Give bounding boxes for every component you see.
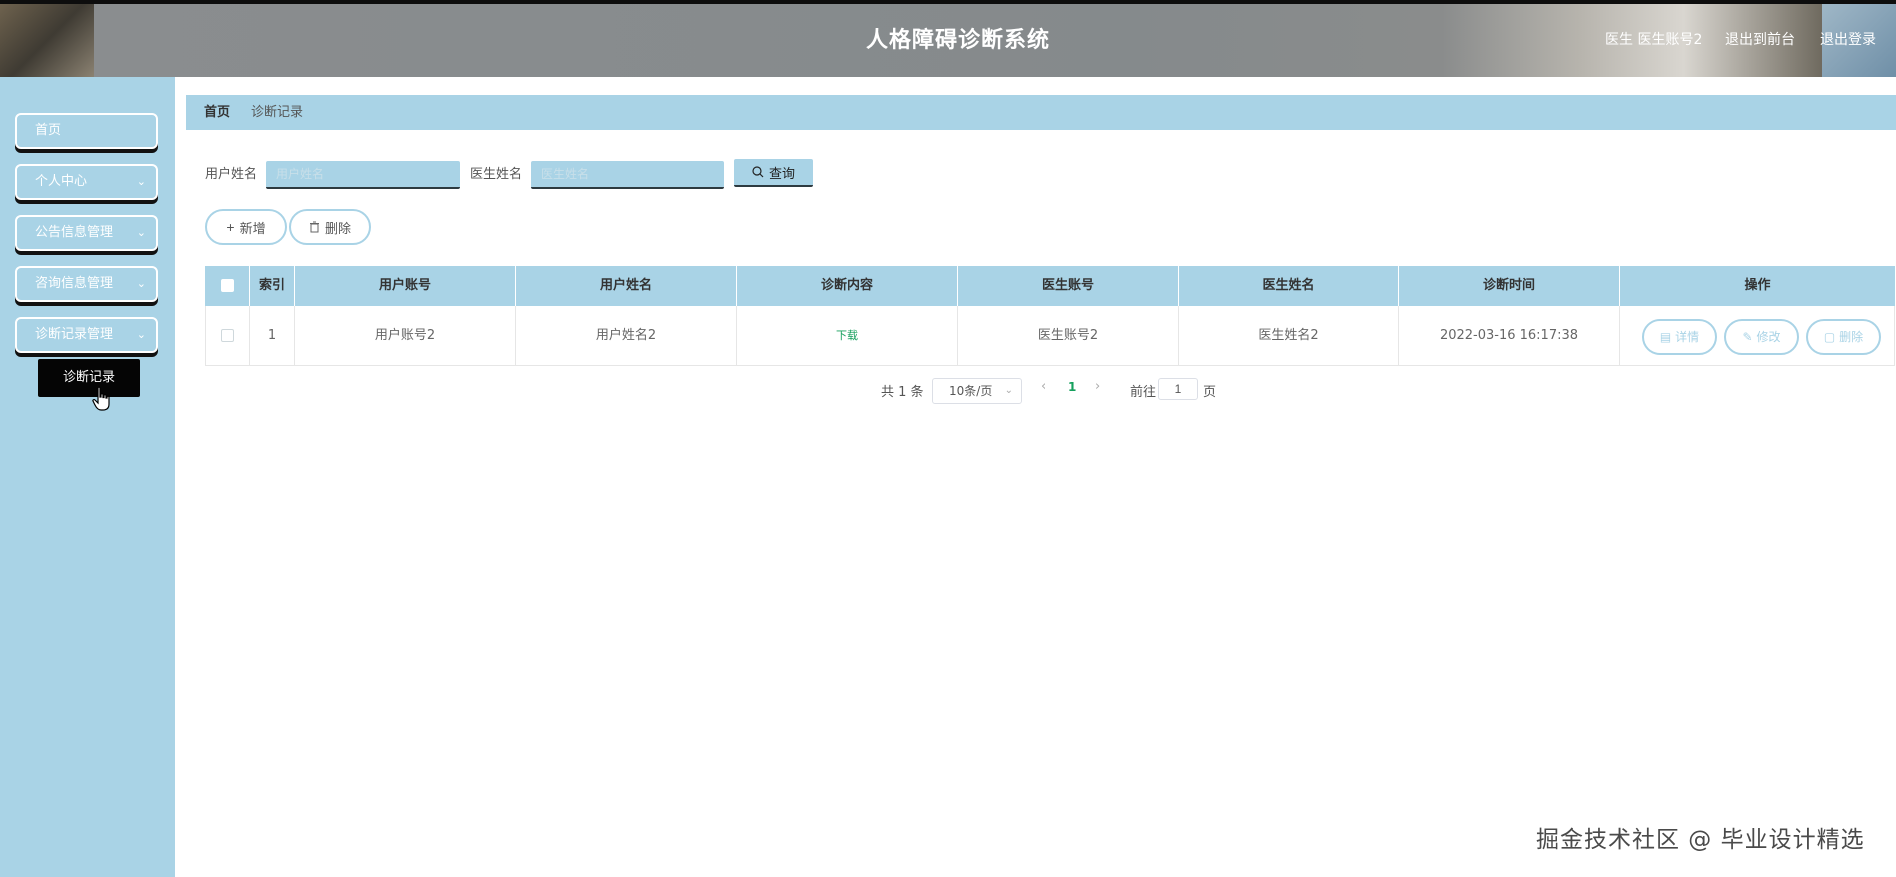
page-number-current[interactable]: 1 xyxy=(1068,380,1076,394)
chevron-down-icon: ⌄ xyxy=(136,175,146,188)
cell-operations: ▤ 详情 ✎ 修改 ▢ 删除 xyxy=(1620,306,1895,366)
chevron-down-icon: ⌄ xyxy=(136,328,146,341)
page-suffix-label: 页 xyxy=(1203,385,1217,400)
table-row: 1 用户账号2 用户姓名2 下载 医生账号2 医生姓名2 2022-03-16 … xyxy=(205,306,1895,366)
row-select-cell xyxy=(205,306,250,366)
column-header: 索引 xyxy=(250,266,295,306)
doctor-name-input[interactable] xyxy=(531,161,724,189)
pagination-total: 共 1 条 xyxy=(881,385,924,400)
column-header: 用户姓名 xyxy=(516,266,737,306)
page-size-value: 10条/页 xyxy=(949,384,993,398)
cell-doctor-name: 医生姓名2 xyxy=(1179,306,1399,366)
delete-button-label: 删除 xyxy=(324,220,351,236)
select-all-cell xyxy=(205,266,250,306)
add-button[interactable]: + 新增 xyxy=(205,209,287,245)
batch-delete-button[interactable]: 删除 xyxy=(289,209,371,245)
cell-content: 下载 xyxy=(737,306,958,366)
trash-icon xyxy=(309,221,319,233)
cell-user-account: 用户账号2 xyxy=(295,306,516,366)
cell-index: 1 xyxy=(250,306,295,366)
back-to-front-link[interactable]: 退出到前台 xyxy=(1725,4,1795,77)
column-header: 医生账号 xyxy=(958,266,1179,306)
current-user-label: 医生 医生账号2 xyxy=(1605,32,1703,48)
page-size-select[interactable]: 10条/页 ⌄ xyxy=(932,378,1022,404)
table-header: 索引 用户账号 用户姓名 诊断内容 医生账号 医生姓名 诊断时间 操作 xyxy=(205,266,1895,306)
delete-button-label: 删除 xyxy=(1839,330,1864,344)
watermark-text: 掘金技术社区 @ 毕业设计精选 xyxy=(1536,827,1865,853)
cell-time: 2022-03-16 16:17:38 xyxy=(1399,306,1620,366)
add-button-label: 新增 xyxy=(239,220,266,236)
sidebar-item-label: 诊断记录管理 xyxy=(35,327,114,342)
chevron-down-icon: ⌄ xyxy=(136,226,146,239)
query-button-label: 查询 xyxy=(768,165,795,181)
cell-user-name: 用户姓名2 xyxy=(516,306,737,366)
goto-page-input[interactable] xyxy=(1158,378,1198,400)
edit-button[interactable]: ✎ 修改 xyxy=(1724,319,1799,355)
plus-icon: + xyxy=(226,219,235,235)
column-header: 医生姓名 xyxy=(1179,266,1399,306)
query-button[interactable]: 查询 xyxy=(734,159,813,187)
user-name-input[interactable] xyxy=(266,161,460,189)
doctor-name-label: 医生姓名 xyxy=(470,167,523,182)
edit-button-label: 修改 xyxy=(1756,330,1781,344)
chevron-down-icon: ⌄ xyxy=(1004,385,1013,396)
breadcrumb-home[interactable]: 首页 xyxy=(204,95,230,130)
app-header: 人格障碍诊断系统 医生 医生账号2 退出到前台 退出登录 xyxy=(0,0,1896,77)
sidebar-item-label: 个人中心 xyxy=(35,174,88,189)
detail-button-label: 详情 xyxy=(1675,330,1700,344)
next-page-button[interactable]: › xyxy=(1095,379,1100,394)
delete-button[interactable]: ▢ 删除 xyxy=(1806,319,1881,355)
prev-page-button[interactable]: ‹ xyxy=(1041,379,1046,394)
sidebar-item-diagnosis-records[interactable]: 诊断记录管理 ⌄ xyxy=(15,317,158,353)
chevron-down-icon: ⌄ xyxy=(136,277,146,290)
user-name-label: 用户姓名 xyxy=(205,167,258,182)
sidebar-item-personal-center[interactable]: 个人中心 ⌄ xyxy=(15,164,158,200)
document-icon: ▤ xyxy=(1659,330,1672,344)
sidebar-item-label: 公告信息管理 xyxy=(35,225,114,240)
row-checkbox[interactable] xyxy=(221,329,234,342)
breadcrumb: 首页 诊断记录 xyxy=(186,95,1896,130)
search-icon xyxy=(752,166,764,178)
sidebar-item-consultations[interactable]: 咨询信息管理 ⌄ xyxy=(15,266,158,302)
sidebar-item-label: 咨询信息管理 xyxy=(35,276,114,291)
cell-doctor-account: 医生账号2 xyxy=(958,306,1179,366)
column-header: 诊断内容 xyxy=(737,266,958,306)
sidebar-item-announcements[interactable]: 公告信息管理 ⌄ xyxy=(15,215,158,251)
edit-icon: ✎ xyxy=(1742,330,1753,344)
download-link[interactable]: 下载 xyxy=(836,329,858,342)
sidebar-item-label: 首页 xyxy=(35,123,62,138)
goto-label: 前往 xyxy=(1130,385,1157,400)
hand-cursor-icon xyxy=(92,386,110,411)
sidebar-item-home[interactable]: 首页 xyxy=(15,113,158,149)
column-header: 用户账号 xyxy=(295,266,516,306)
sidebar: 首页 个人中心 ⌄ 公告信息管理 ⌄ 咨询信息管理 ⌄ 诊断记录管理 ⌄ xyxy=(0,77,175,877)
column-header: 操作 xyxy=(1744,278,1771,293)
select-all-checkbox[interactable] xyxy=(220,279,234,292)
detail-button[interactable]: ▤ 详情 xyxy=(1642,319,1717,355)
breadcrumb-current: 诊断记录 xyxy=(251,105,304,120)
column-header: 诊断时间 xyxy=(1399,266,1620,306)
submenu-item-diagnosis-record[interactable]: 诊断记录 xyxy=(38,359,140,397)
trash-icon: ▢ xyxy=(1823,330,1836,344)
logout-link[interactable]: 退出登录 xyxy=(1820,4,1876,77)
